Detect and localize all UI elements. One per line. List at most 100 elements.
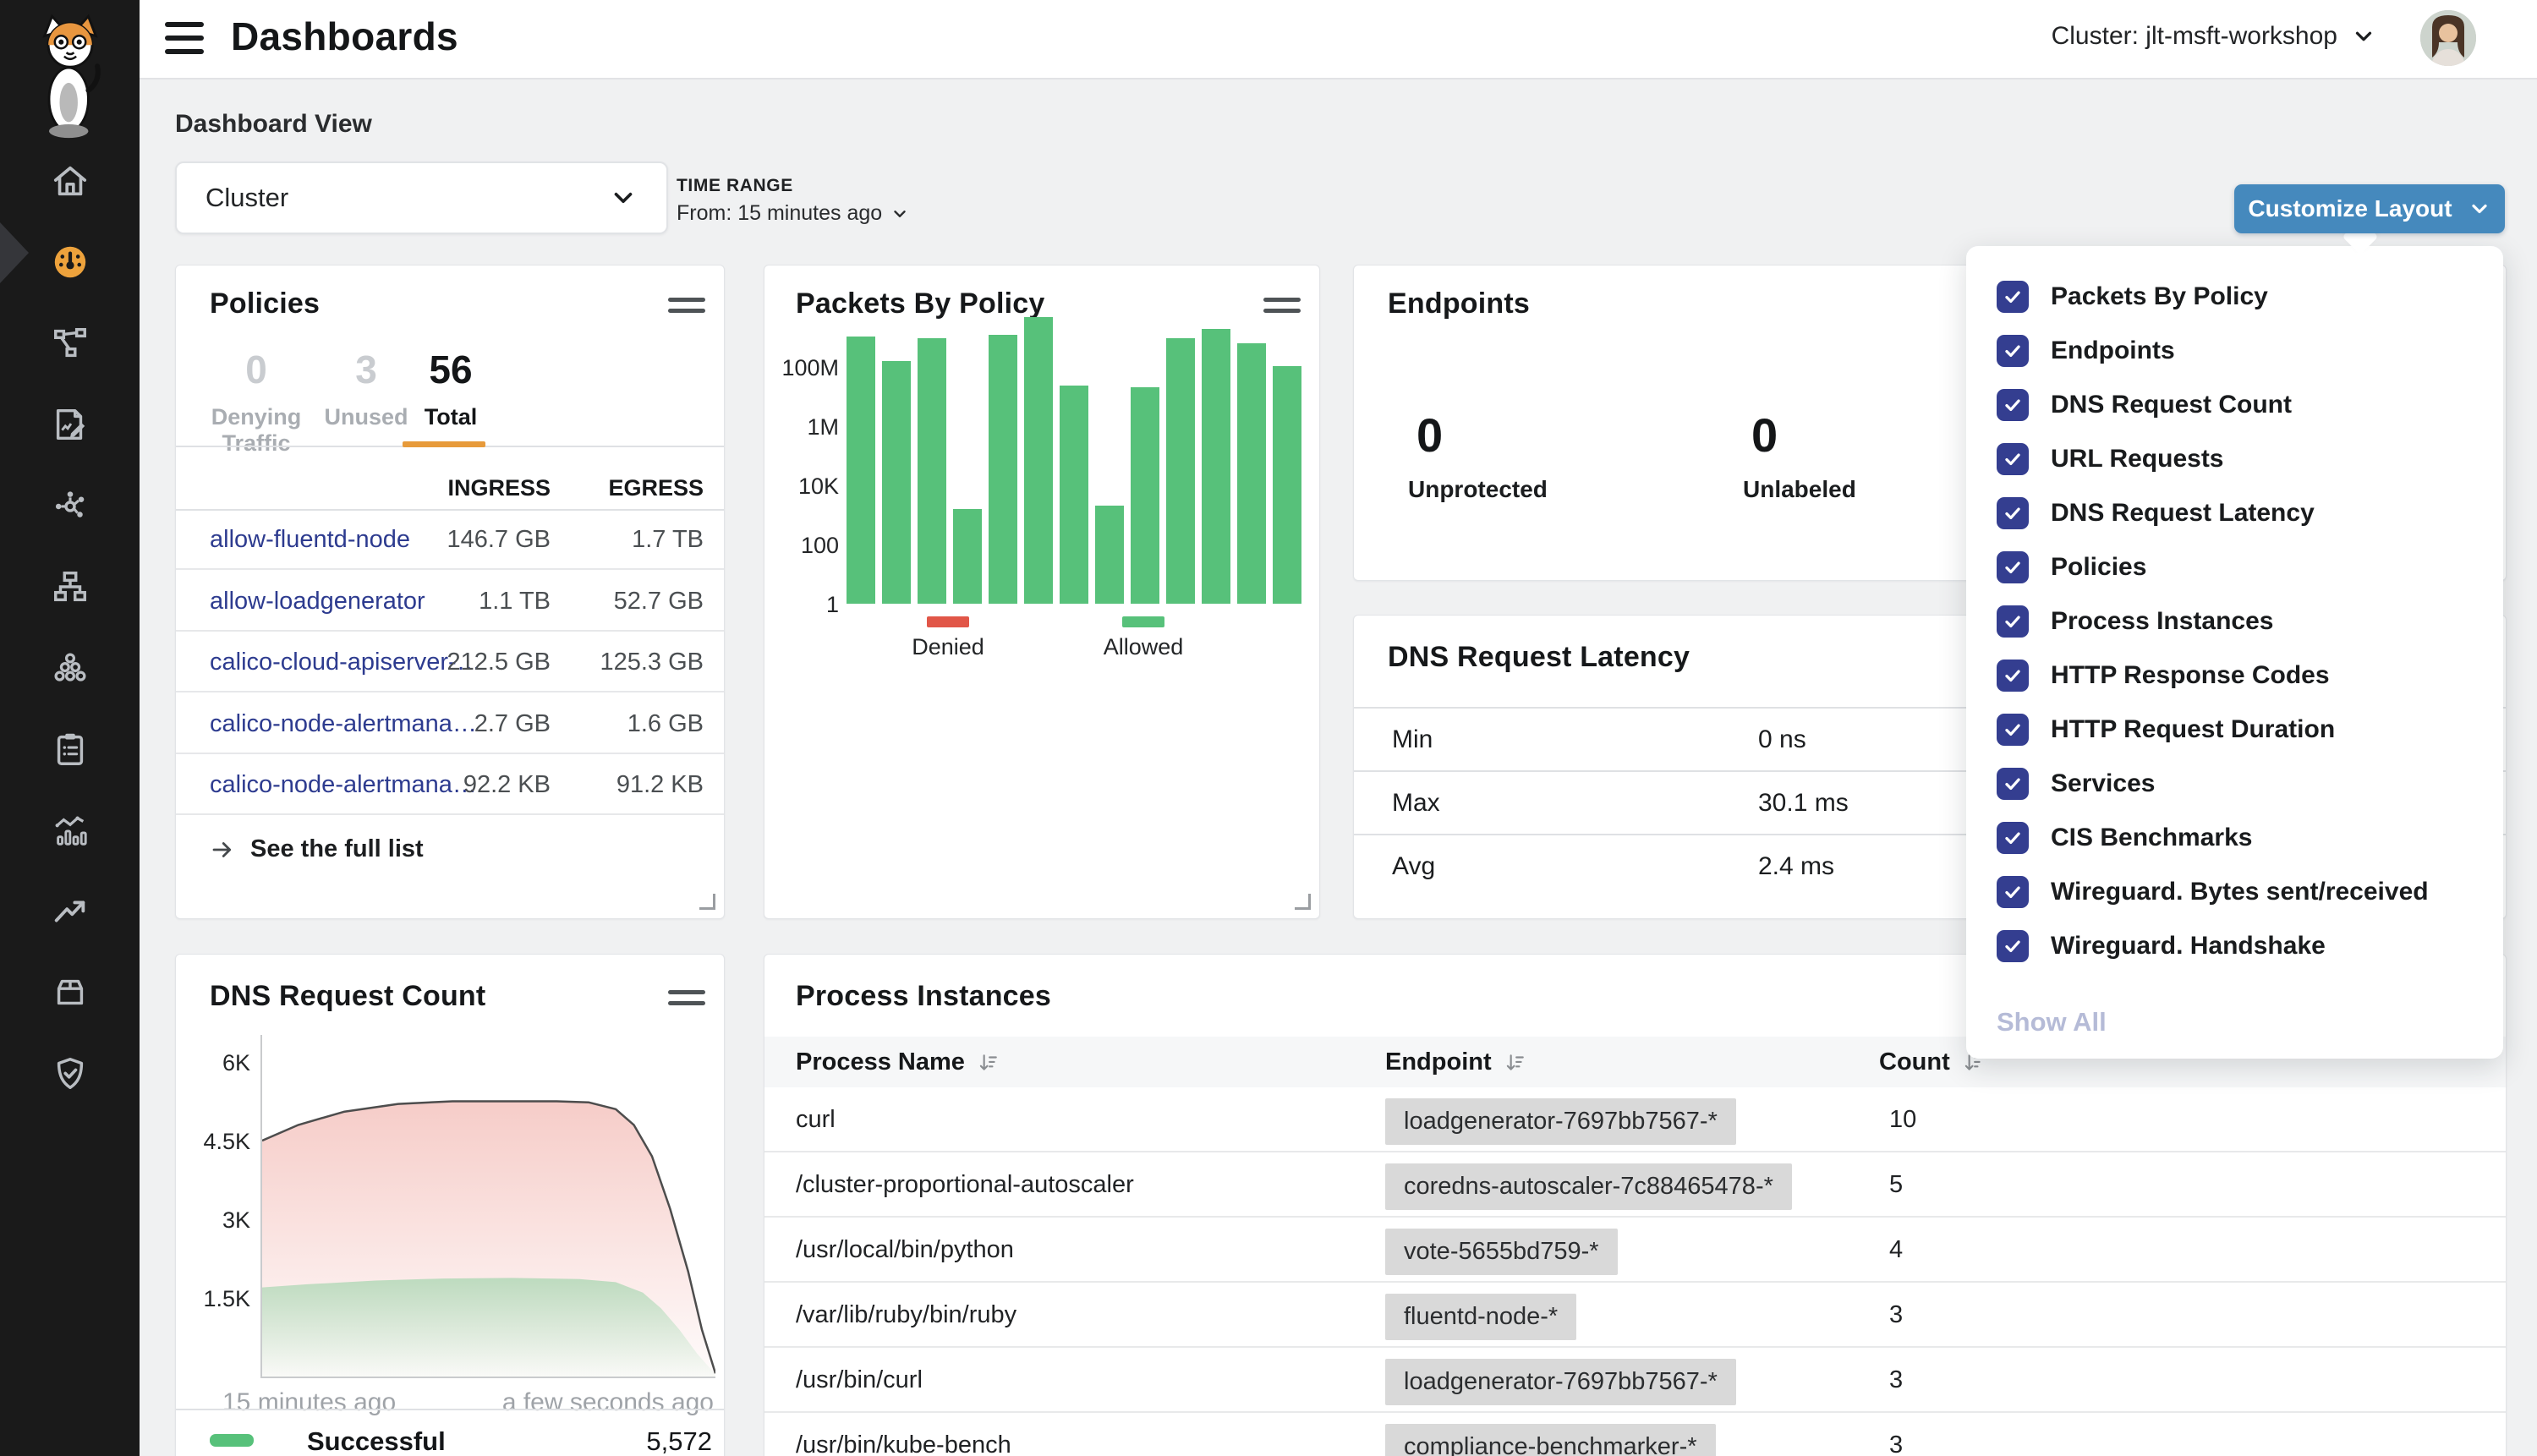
legend-item-allowed[interactable]: Allowed	[1105, 616, 1181, 660]
panel-item-packets-by-policy[interactable]: Packets By Policy	[1966, 270, 2503, 324]
policy-name-link[interactable]: calico-node-alertmana…	[210, 710, 477, 738]
menu-icon[interactable]	[165, 22, 204, 54]
y-tick-label: 6K	[183, 1050, 250, 1076]
resize-handle[interactable]	[699, 894, 715, 910]
checkbox-checked-icon[interactable]	[1997, 876, 2029, 908]
panel-item-endpoints[interactable]: Endpoints	[1966, 324, 2503, 378]
panel-item-policies[interactable]: Policies	[1966, 540, 2503, 594]
panel-item-dns-request-latency[interactable]: DNS Request Latency	[1966, 486, 2503, 540]
bar[interactable]	[1166, 338, 1195, 604]
bar[interactable]	[918, 338, 946, 604]
sidebar-item-service-graph[interactable]	[0, 304, 140, 386]
panel-item-process-instances[interactable]: Process Instances	[1966, 594, 2503, 649]
panel-item-wireguard-bytes-sent-received[interactable]: Wireguard. Bytes sent/received	[1966, 865, 2503, 919]
time-range-label: TIME RANGE	[677, 176, 793, 196]
resize-handle[interactable]	[1295, 894, 1311, 910]
checkbox-checked-icon[interactable]	[1997, 551, 2029, 583]
checkbox-checked-icon[interactable]	[1997, 335, 2029, 367]
endpoint-chip[interactable]: fluentd-node-*	[1385, 1294, 1576, 1340]
sidebar-item-home[interactable]	[0, 142, 140, 223]
sidebar-item-threat-defense[interactable]	[0, 1035, 140, 1116]
bar[interactable]	[1131, 387, 1159, 604]
checkbox-checked-icon[interactable]	[1997, 389, 2029, 421]
dashboard-view-select[interactable]: Cluster	[175, 161, 668, 234]
checkbox-checked-icon[interactable]	[1997, 443, 2029, 475]
endpoint-chip[interactable]: compliance-benchmarker-*	[1385, 1424, 1716, 1456]
sidebar-item-timeline[interactable]	[0, 873, 140, 954]
drag-handle-icon[interactable]	[668, 298, 705, 313]
latency-row-label: Min	[1392, 725, 1433, 754]
bar[interactable]	[1060, 386, 1088, 604]
sidebar-item-clusters[interactable]	[0, 629, 140, 710]
image-assurance-icon	[51, 973, 90, 1016]
policy-name-link[interactable]: calico-cloud-apiserver-…	[210, 649, 481, 676]
legend-label: Denied	[912, 634, 984, 660]
bar[interactable]	[1095, 506, 1124, 604]
policy-ingress-value: 2.7 GB	[474, 710, 551, 738]
packets-bar-chart	[847, 309, 1301, 604]
bar[interactable]	[953, 509, 982, 604]
policy-name-link[interactable]: calico-node-alertmana…	[210, 771, 477, 799]
threat-defense-icon	[51, 1054, 90, 1097]
customize-layout-button[interactable]: Customize Layout	[2234, 184, 2505, 233]
cluster-selector[interactable]: Cluster: jlt-msft-workshop	[2052, 22, 2376, 51]
policy-name-link[interactable]: allow-fluentd-node	[210, 526, 410, 554]
policy-row: calico-node-alertmana…2.7 GB1.6 GB	[176, 693, 724, 754]
stat-value: 56	[370, 350, 531, 389]
endpoint-chip[interactable]: coredns-autoscaler-7c88465478-*	[1385, 1163, 1792, 1210]
policy-name-link[interactable]: allow-loadgenerator	[210, 588, 425, 616]
time-range-value[interactable]: From: 15 minutes ago	[677, 201, 909, 226]
sidebar-item-statistics[interactable]	[0, 791, 140, 873]
bar[interactable]	[1273, 366, 1301, 604]
user-avatar[interactable]	[2420, 10, 2476, 66]
checkbox-checked-icon[interactable]	[1997, 605, 2029, 638]
sidebar-item-policy-tree[interactable]	[0, 548, 140, 629]
checkbox-checked-icon[interactable]	[1997, 714, 2029, 746]
endpoint-chip[interactable]: vote-5655bd759-*	[1385, 1229, 1618, 1275]
panel-item-cis-benchmarks[interactable]: CIS Benchmarks	[1966, 811, 2503, 865]
endpoints-stat-unprotected: 0 Unprotected	[1408, 408, 1548, 503]
sidebar-item-image-assurance[interactable]	[0, 954, 140, 1035]
col-endpoint[interactable]: Endpoint	[1385, 1048, 1526, 1076]
drag-handle-icon[interactable]	[668, 990, 705, 1005]
policies-stat-total[interactable]: 56Total	[370, 350, 531, 430]
checkbox-checked-icon[interactable]	[1997, 930, 2029, 962]
bar[interactable]	[989, 335, 1017, 604]
checkbox-checked-icon[interactable]	[1997, 497, 2029, 529]
statistics-icon	[51, 811, 90, 854]
panel-item-http-response-codes[interactable]: HTTP Response Codes	[1966, 649, 2503, 703]
bar[interactable]	[1237, 343, 1266, 604]
policy-egress-value: 1.7 TB	[632, 526, 704, 554]
see-full-list-link[interactable]: See the full list	[210, 835, 424, 863]
bar[interactable]	[1202, 329, 1230, 604]
top-bar: Dashboards Cluster: jlt-msft-workshop	[140, 0, 2537, 79]
calico-cat-logo[interactable]	[24, 12, 117, 130]
legend-swatch	[927, 616, 969, 627]
checkbox-checked-icon[interactable]	[1997, 660, 2029, 692]
endpoint-chip[interactable]: loadgenerator-7697bb7567-*	[1385, 1098, 1736, 1145]
policy-tree-icon	[51, 567, 90, 610]
legend-item-denied[interactable]: Denied	[910, 616, 986, 660]
count-cell: 10	[1889, 1106, 1916, 1134]
col-process-name[interactable]: Process Name	[796, 1048, 999, 1076]
show-all-link[interactable]: Show All	[1997, 1007, 2107, 1037]
checkbox-checked-icon[interactable]	[1997, 768, 2029, 800]
panel-item-http-request-duration[interactable]: HTTP Request Duration	[1966, 703, 2503, 757]
sidebar-item-dashboards[interactable]	[0, 223, 140, 304]
sidebar-item-reports[interactable]	[0, 386, 140, 467]
bar[interactable]	[882, 361, 911, 604]
sidebar-item-network-flows[interactable]	[0, 467, 140, 548]
bar[interactable]	[1024, 317, 1053, 604]
bar[interactable]	[847, 337, 875, 604]
checkbox-checked-icon[interactable]	[1997, 281, 2029, 313]
count-cell: 5	[1889, 1171, 1903, 1199]
checkbox-checked-icon[interactable]	[1997, 822, 2029, 854]
panel-item-label: Services	[2051, 769, 2155, 798]
endpoint-chip[interactable]: loadgenerator-7697bb7567-*	[1385, 1359, 1736, 1405]
latency-row-value: 0 ns	[1758, 725, 1806, 754]
panel-item-url-requests[interactable]: URL Requests	[1966, 432, 2503, 486]
panel-item-wireguard-handshake[interactable]: Wireguard. Handshake	[1966, 919, 2503, 973]
panel-item-dns-request-count[interactable]: DNS Request Count	[1966, 378, 2503, 432]
panel-item-services[interactable]: Services	[1966, 757, 2503, 811]
sidebar-item-compliance[interactable]	[0, 710, 140, 791]
